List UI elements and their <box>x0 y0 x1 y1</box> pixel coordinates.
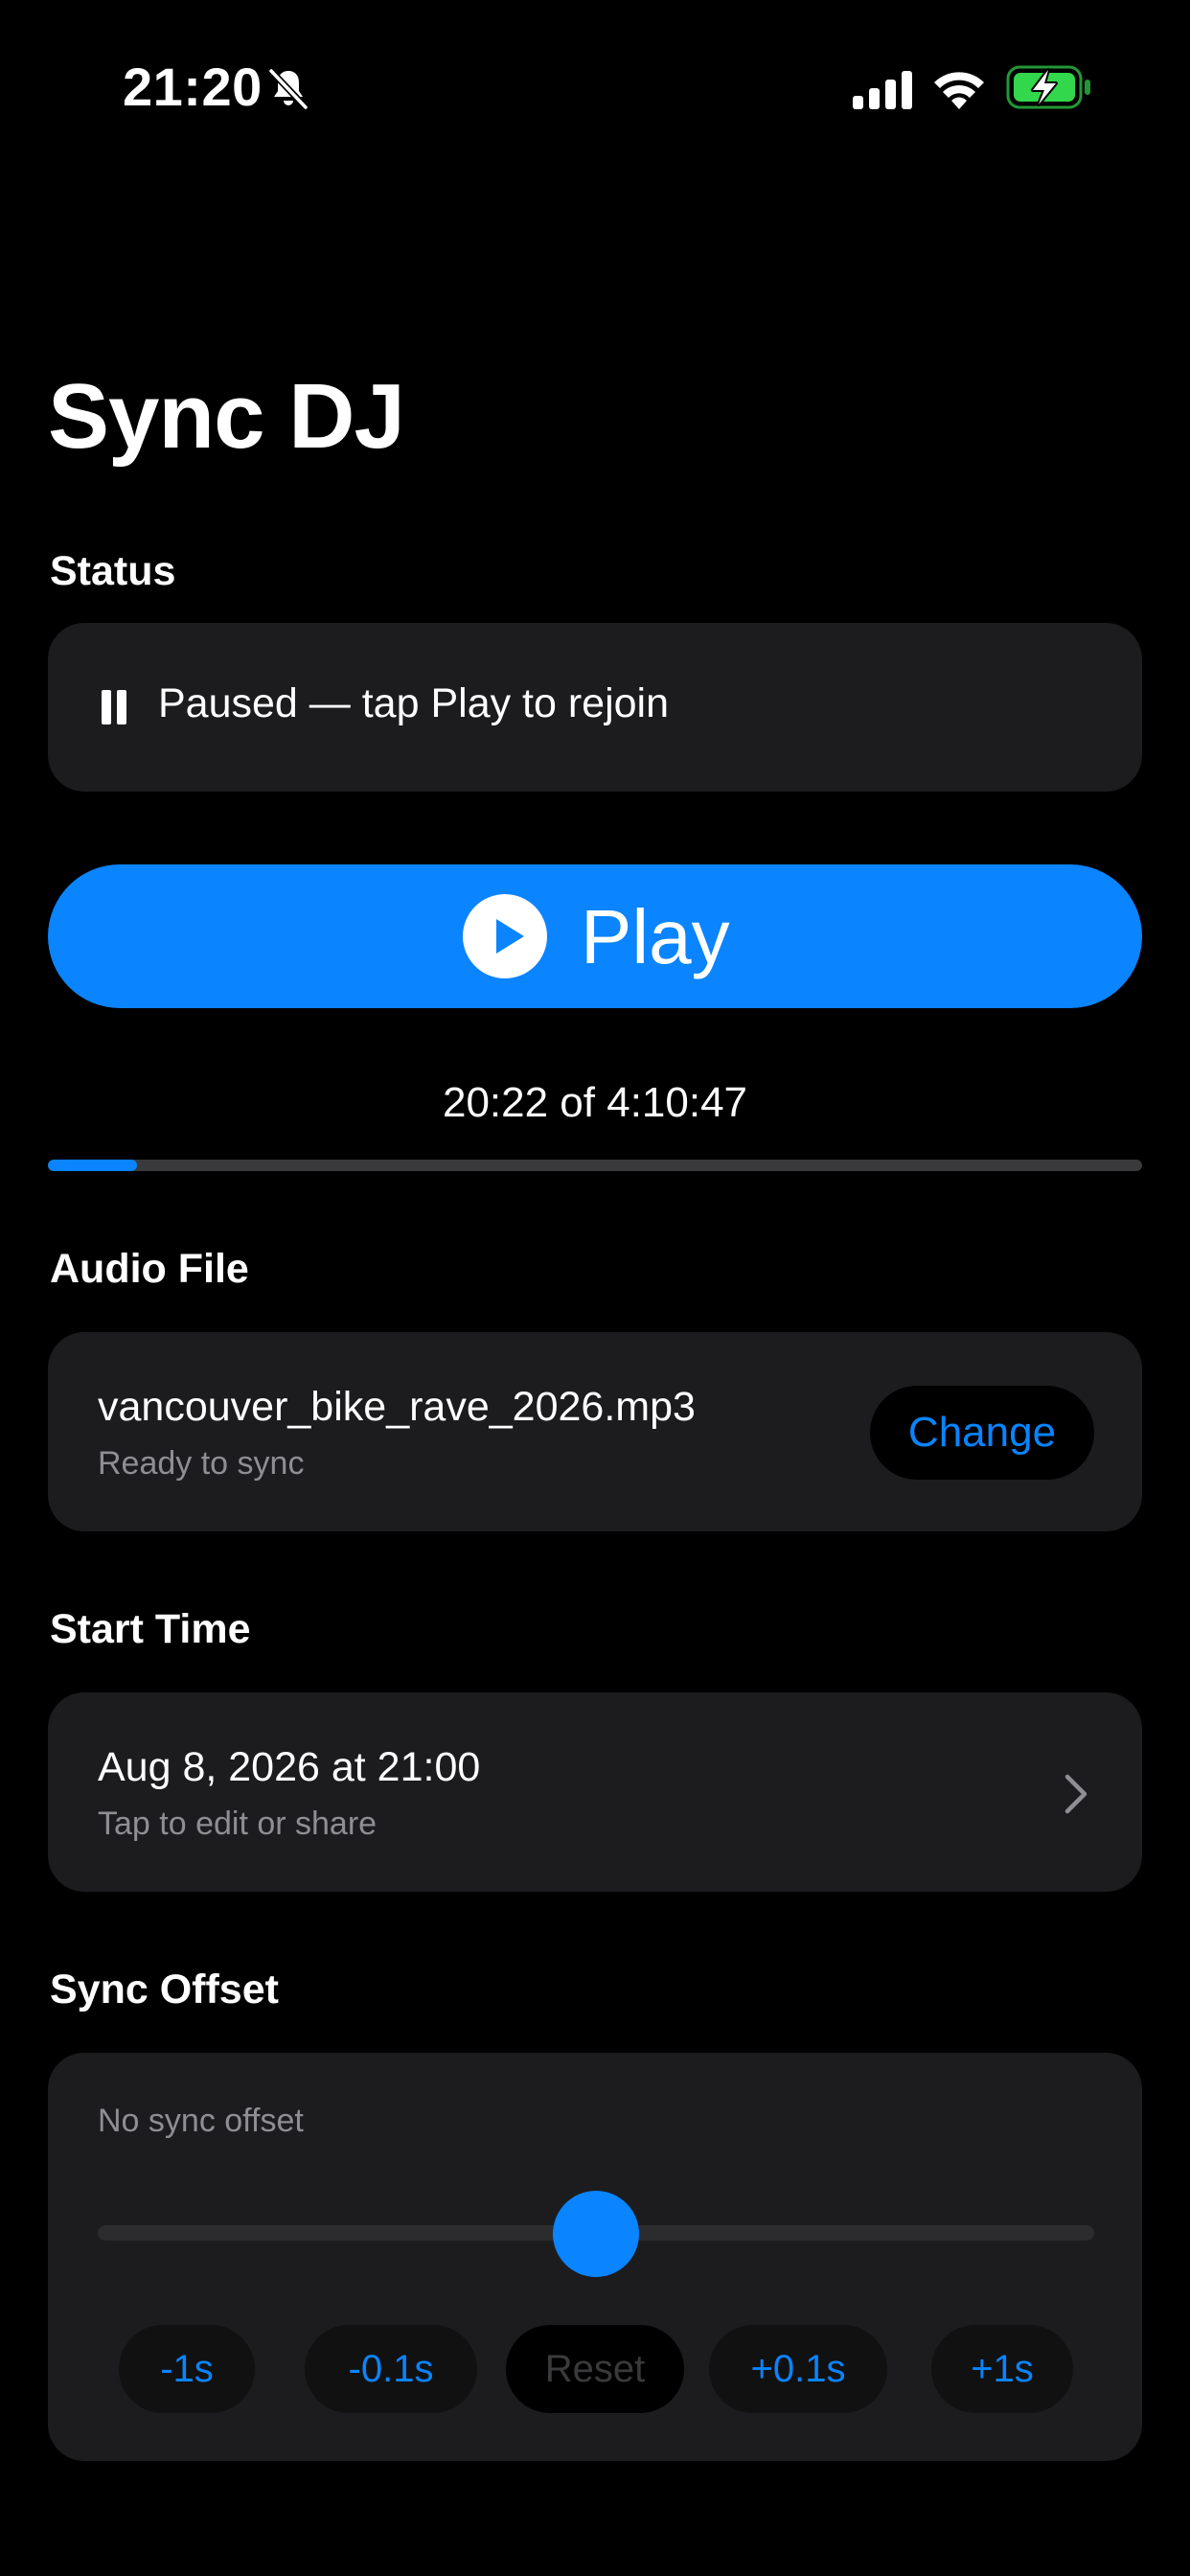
start-time-value: Aug 8, 2026 at 21:00 <box>98 1744 481 1790</box>
audio-file-section-title: Audio File <box>50 1246 249 1292</box>
sync-offset-section-title: Sync Offset <box>50 1966 279 2012</box>
play-circle-icon <box>463 894 547 978</box>
battery-charging-icon <box>1006 65 1090 109</box>
status-section-title: Status <box>50 548 176 594</box>
offset-plus-1s-button[interactable]: +1s <box>931 2325 1073 2413</box>
status-bar-time: 21:20 <box>123 57 263 117</box>
status-text: Paused — tap Play to rejoin <box>158 680 670 726</box>
change-file-button[interactable]: Change <box>870 1386 1094 1480</box>
chevron-right-icon <box>1064 1774 1087 1814</box>
offset-reset-button[interactable]: Reset <box>506 2325 684 2413</box>
playback-progress-fill <box>48 1160 137 1171</box>
sync-offset-label: No sync offset <box>98 2103 304 2139</box>
play-label: Play <box>581 894 730 979</box>
start-time-row[interactable]: Aug 8, 2026 at 21:00 Tap to edit or shar… <box>48 1692 1142 1892</box>
audio-file-card: vancouver_bike_rave_2026.mp3 Ready to sy… <box>48 1332 1142 1531</box>
playback-progress-text: 20:22 of 4:10:47 <box>442 1079 748 1126</box>
sync-offset-card: No sync offset -1s -0.1s Reset +0.1s +1s <box>48 2053 1142 2461</box>
cellular-signal-icon <box>853 71 912 109</box>
audio-file-status: Ready to sync <box>98 1445 305 1482</box>
offset-minus-0.1s-button[interactable]: -0.1s <box>305 2325 477 2413</box>
sync-offset-slider-thumb[interactable] <box>553 2191 639 2277</box>
bell-slash-icon <box>268 68 309 110</box>
start-time-section-title: Start Time <box>50 1606 251 1652</box>
page-title: Sync DJ <box>48 365 405 468</box>
wifi-icon <box>934 72 984 109</box>
playback-progress-bar[interactable] <box>48 1160 1142 1171</box>
pause-icon <box>100 690 128 724</box>
offset-plus-0.1s-button[interactable]: +0.1s <box>709 2325 887 2413</box>
start-time-hint: Tap to edit or share <box>98 1806 378 1842</box>
audio-file-name: vancouver_bike_rave_2026.mp3 <box>98 1384 696 1430</box>
play-button[interactable]: Play <box>48 864 1142 1008</box>
status-card: Paused — tap Play to rejoin <box>48 623 1142 792</box>
offset-minus-1s-button[interactable]: -1s <box>119 2325 255 2413</box>
